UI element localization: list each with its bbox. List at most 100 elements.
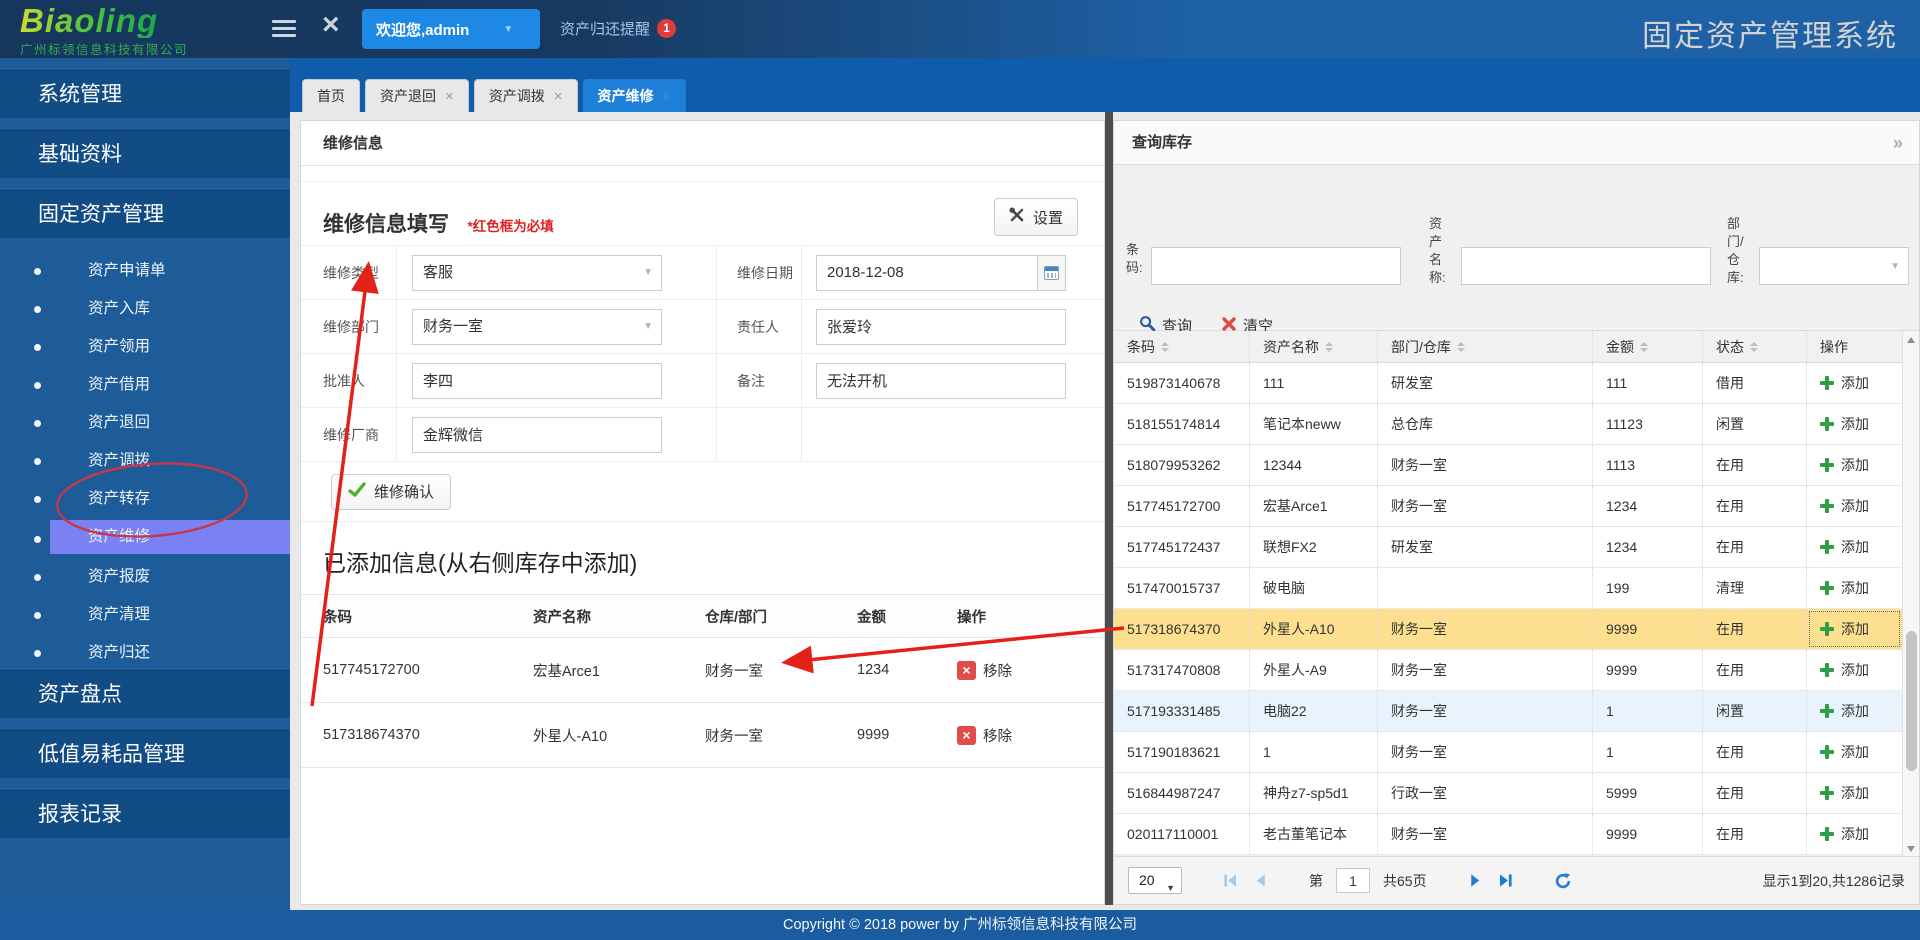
repair-type-label: 维修类型 (301, 246, 396, 299)
add-button[interactable]: 添加 (1820, 660, 1869, 680)
cell-asset-name: 外星人-A10 (1250, 609, 1378, 649)
tab-close-icon[interactable]: × (445, 89, 454, 104)
add-button[interactable]: 添加 (1820, 619, 1869, 639)
inventory-row[interactable]: 517745172437 联想FX2 研发室 1234 在用 添加 (1114, 527, 1902, 568)
refresh-icon[interactable] (1554, 872, 1571, 889)
vendor-input[interactable] (412, 417, 662, 453)
user-menu-button[interactable]: 欢迎您,admin ▼ (362, 9, 540, 49)
sidebar-menu-item[interactable]: 资产报废 (0, 558, 290, 596)
inventory-row[interactable]: 516844987247 神舟z7-sp5d1 行政一室 5999 在用 添加 (1114, 773, 1902, 814)
cell-operation: 添加 (1807, 445, 1902, 485)
prev-page-icon[interactable] (1252, 872, 1269, 889)
page-number-input[interactable] (1336, 868, 1370, 893)
cell-amount: 5999 (1593, 773, 1703, 813)
pane-divider[interactable] (1105, 112, 1113, 905)
remark-input[interactable] (816, 363, 1066, 399)
tab[interactable]: 资产退回 × (365, 79, 469, 112)
add-button[interactable]: 添加 (1820, 578, 1869, 598)
chevron-down-icon: ▼ (643, 256, 653, 290)
first-page-icon[interactable] (1222, 872, 1239, 889)
inventory-row[interactable]: 517745172700 宏基Arce1 财务一室 1234 在用 添加 (1114, 486, 1902, 527)
settings-button[interactable]: 设置 (994, 198, 1078, 236)
tab-close-icon[interactable]: × (554, 89, 563, 104)
inventory-row[interactable]: 517318674370 外星人-A10 财务一室 9999 在用 添加 (1114, 609, 1902, 650)
tab[interactable]: 资产维修 × (583, 79, 687, 112)
sidebar-item-label: 资产清理 (50, 596, 290, 634)
sidebar-section-inventory-check[interactable]: 资产盘点 (0, 670, 290, 718)
add-button[interactable]: 添加 (1820, 742, 1869, 762)
tab[interactable]: 首页 (302, 79, 360, 112)
inventory-row[interactable]: 518155174814 笔记本neww 总仓库 11123 闲置 添加 (1114, 404, 1902, 445)
collapse-panel-icon[interactable]: » (1893, 121, 1903, 165)
return-reminder-link[interactable]: 资产归还提醒 1 (560, 18, 676, 39)
table-scrollbar[interactable] (1902, 331, 1919, 858)
sidebar-item-label: 资产退回 (50, 404, 290, 442)
sidebar-menu-item[interactable]: 资产清理 (0, 596, 290, 634)
cell-asset-name: 1 (1250, 732, 1378, 772)
inventory-row[interactable]: 519873140678 111 研发室 111 借用 添加 (1114, 363, 1902, 404)
repair-date-input[interactable] (817, 256, 1037, 290)
last-page-icon[interactable] (1497, 872, 1514, 889)
repair-confirm-button[interactable]: 维修确认 (331, 474, 451, 510)
tab-close-icon[interactable]: × (663, 89, 672, 104)
inventory-row[interactable]: 517470015737 破电脑 199 清理 添加 (1114, 568, 1902, 609)
responsible-input[interactable] (816, 309, 1066, 345)
asset-name-filter-input[interactable] (1461, 247, 1711, 285)
add-button[interactable]: 添加 (1820, 414, 1869, 434)
add-button[interactable]: 添加 (1820, 701, 1869, 721)
sidebar-item-label: 资产借用 (50, 366, 290, 404)
sidebar-menu-item[interactable]: 资产入库 (0, 290, 290, 328)
col-barcode[interactable]: 条码 (1114, 331, 1250, 362)
inventory-row[interactable]: 020117110001 老古董笔记本 财务一室 9999 在用 添加 (1114, 814, 1902, 855)
inventory-row[interactable]: 517193331485 电脑22 财务一室 1 闲置 添加 (1114, 691, 1902, 732)
sidebar-menu-item[interactable]: 资产申请单 (0, 252, 290, 290)
remove-button[interactable]: 移除 (957, 725, 1012, 746)
sidebar-menu-item[interactable]: 资产转存 (0, 480, 290, 518)
add-button[interactable]: 添加 (1820, 537, 1869, 557)
col-dept[interactable]: 部门/仓库 (1378, 331, 1593, 362)
scroll-up-icon[interactable] (1907, 337, 1915, 343)
close-icon[interactable]: × (322, 8, 340, 42)
sidebar-menu-item[interactable]: 资产退回 (0, 404, 290, 442)
sidebar-menu-item[interactable]: 资产调拨 (0, 442, 290, 480)
next-page-icon[interactable] (1467, 872, 1484, 889)
add-button[interactable]: 添加 (1820, 373, 1869, 393)
add-button[interactable]: 添加 (1820, 455, 1869, 475)
tab[interactable]: 资产调拨 × (474, 79, 578, 112)
sidebar-section-consumables[interactable]: 低值易耗品管理 (0, 730, 290, 778)
sidebar-menu-item[interactable]: 资产借用 (0, 366, 290, 404)
scrollbar-thumb[interactable] (1906, 631, 1917, 771)
sidebar-section-reports[interactable]: 报表记录 (0, 790, 290, 838)
barcode-filter-input[interactable] (1151, 247, 1401, 285)
inventory-row[interactable]: 517190183621 1 财务一室 1 在用 添加 (1114, 732, 1902, 773)
inventory-row[interactable]: 517317470808 外星人-A9 财务一室 9999 在用 添加 (1114, 650, 1902, 691)
cell-amount: 1 (1593, 691, 1703, 731)
col-amount[interactable]: 金额 (1593, 331, 1703, 362)
sidebar-section-basic[interactable]: 基础资料 (0, 130, 290, 178)
sidebar-menu-item[interactable]: 资产归还 (0, 634, 290, 672)
page-title: 固定资产管理系统 (1642, 11, 1898, 55)
col-status[interactable]: 状态 (1703, 331, 1807, 362)
sidebar-menu-item[interactable]: 资产维修 (0, 520, 290, 558)
approver-input[interactable] (412, 363, 662, 399)
add-button[interactable]: 添加 (1820, 783, 1869, 803)
form-title-row: 维修信息填写 *红色框为必填 设置 (301, 182, 1104, 245)
add-button[interactable]: 添加 (1820, 824, 1869, 844)
scroll-down-icon[interactable] (1907, 846, 1915, 852)
cell-asset-name: 111 (1250, 363, 1378, 403)
sidebar-section-fixed-assets[interactable]: 固定资产管理 (0, 190, 290, 238)
inventory-row[interactable]: 518079953262 12344 财务一室 1113 在用 添加 (1114, 445, 1902, 486)
footer: Copyright © 2018 power by 广州标领信息科技有限公司 (0, 910, 1920, 940)
calendar-icon[interactable] (1037, 256, 1065, 290)
col-asset-name[interactable]: 资产名称 (1250, 331, 1378, 362)
repair-dept-select[interactable]: 财务一室▼ (412, 309, 662, 345)
sidebar-menu-item[interactable]: 资产领用 (0, 328, 290, 366)
repair-type-select[interactable]: 客服▼ (412, 255, 662, 291)
add-button[interactable]: 添加 (1820, 496, 1869, 516)
cell-barcode: 517745172700 (1114, 486, 1250, 526)
page-size-select[interactable]: 20▼ (1128, 867, 1182, 894)
remove-button[interactable]: 移除 (957, 660, 1012, 681)
dept-filter-select[interactable]: ▼ (1759, 247, 1909, 285)
menu-toggle-icon[interactable] (272, 20, 296, 37)
sidebar-section-system[interactable]: 系统管理 (0, 70, 290, 118)
